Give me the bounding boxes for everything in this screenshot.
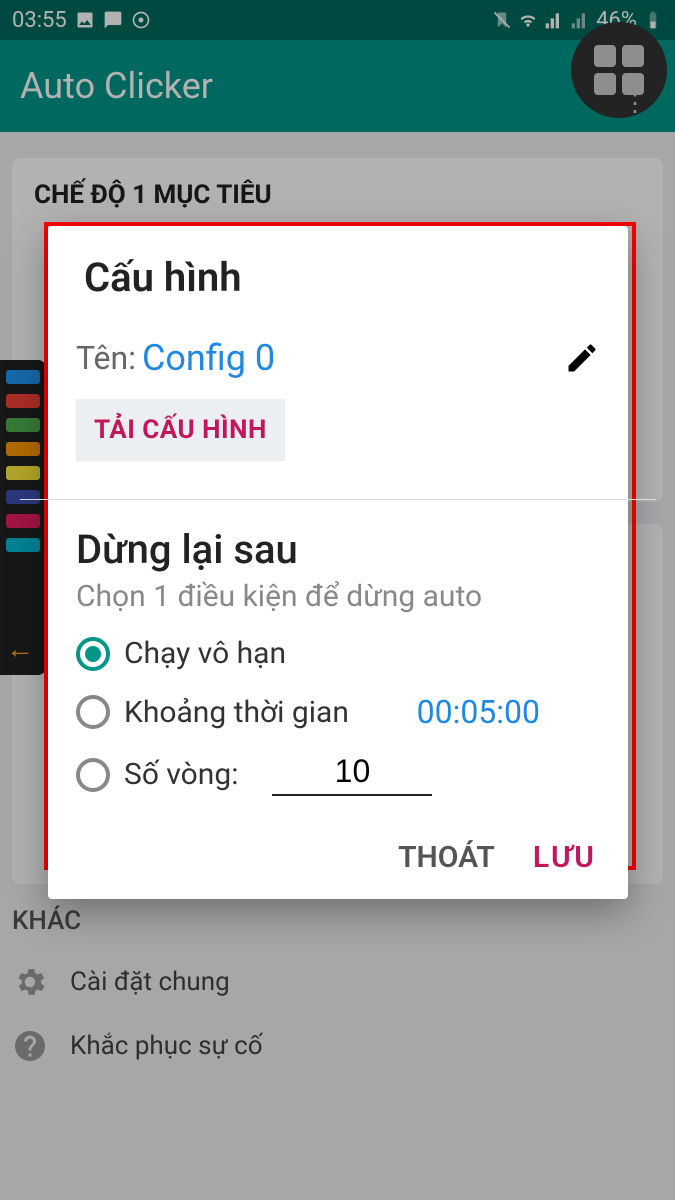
config-dialog: Cấu hình Tên: Config 0 TẢI CẤU HÌNH Dừng… <box>48 226 628 899</box>
dialog-actions: THOÁT LƯU <box>48 818 628 899</box>
stop-after-subtitle: Chọn 1 điều kiện để dừng auto <box>76 579 600 614</box>
radio-duration[interactable]: Khoảng thời gian 00:05:00 <box>76 693 600 731</box>
radio-cycles[interactable]: Số vòng: <box>76 753 600 796</box>
save-button[interactable]: LƯU <box>533 840 596 875</box>
edit-icon[interactable] <box>564 340 600 376</box>
radio-infinite[interactable]: Chạy vô hạn <box>76 636 600 671</box>
config-name-row: Tên: Config 0 <box>76 337 600 379</box>
radio-label: Khoảng thời gian <box>124 695 349 730</box>
name-label: Tên: <box>76 339 136 377</box>
cancel-button[interactable]: THOÁT <box>398 840 495 875</box>
dialog-title: Cấu hình <box>84 254 600 301</box>
radio-label: Chạy vô hạn <box>124 636 286 671</box>
radio-button-icon[interactable] <box>76 758 110 792</box>
divider <box>20 499 656 500</box>
radio-button-icon[interactable] <box>76 637 110 671</box>
duration-value[interactable]: 00:05:00 <box>417 693 540 731</box>
radio-button-icon[interactable] <box>76 695 110 729</box>
radio-label: Số vòng: <box>124 757 238 792</box>
stop-after-title: Dừng lại sau <box>76 526 600 573</box>
load-config-button[interactable]: TẢI CẤU HÌNH <box>76 399 285 461</box>
cycles-input[interactable] <box>272 753 432 796</box>
config-name-value[interactable]: Config 0 <box>142 337 275 379</box>
